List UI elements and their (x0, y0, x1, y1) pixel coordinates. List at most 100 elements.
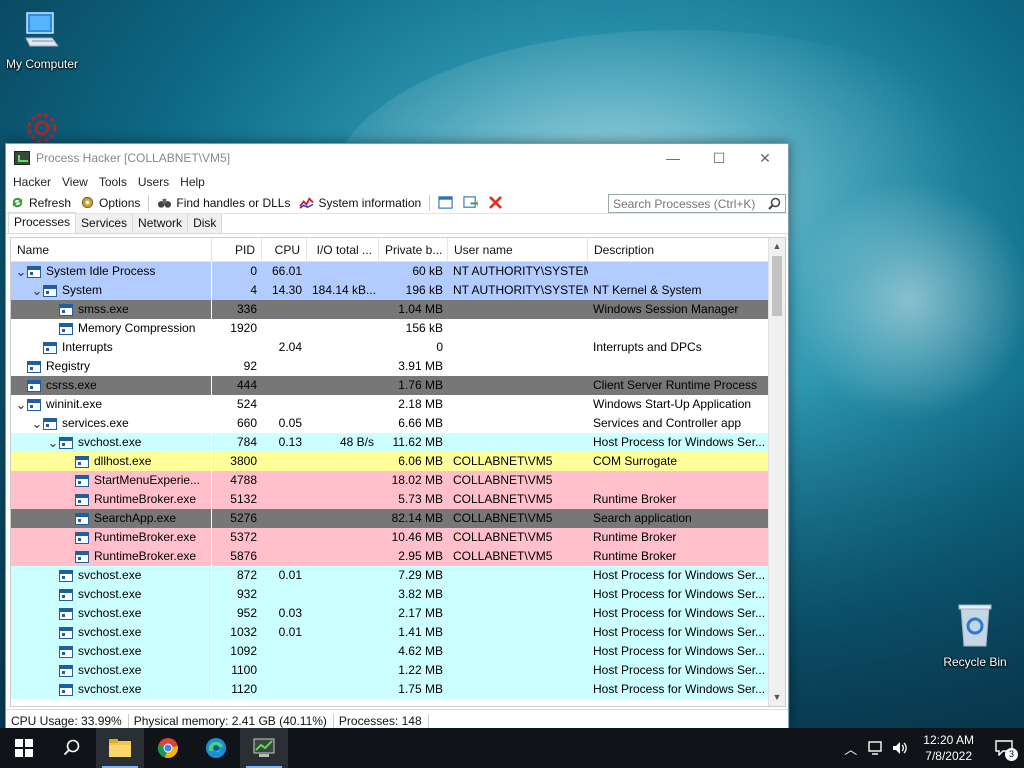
cell-io-total: 184.14 kB... (312, 283, 377, 297)
notification-count-badge: 3 (1005, 748, 1018, 761)
tab-processes[interactable]: Processes (8, 212, 77, 233)
chrome-button[interactable] (144, 728, 192, 768)
cell-pid (212, 338, 262, 357)
table-row[interactable]: RuntimeBroker.exe 5132 5.73 MB COLLABNET\VM… (11, 490, 785, 509)
table-row[interactable]: svchost.exe 932 3.82 MB Host Process for Wi… (11, 585, 785, 604)
maximize-button[interactable]: ☐ (696, 144, 742, 172)
process-icon (27, 379, 41, 392)
menu-hacker[interactable]: Hacker (9, 175, 58, 189)
tab-services[interactable]: Services (75, 213, 134, 233)
cell-name: Interrupts (11, 338, 212, 357)
title-bar[interactable]: Process Hacker [COLLABNET\VM5] — ☐ ✕ (6, 144, 788, 172)
table-row[interactable]: svchost.exe 1032 0.01 1.41 MB Host Process f… (11, 623, 785, 642)
table-row[interactable]: ⌄ services.exe 660 0.05 6.66 MB Services and … (11, 414, 785, 433)
table-row[interactable]: dllhost.exe 3800 6.06 MB COLLABNET\VM5 COM S… (11, 452, 785, 471)
table-row[interactable]: SearchApp.exe 5276 82.14 MB COLLABNET\VM5 Se… (11, 509, 785, 528)
tab-network[interactable]: Network (132, 213, 189, 233)
process-icon (75, 550, 89, 563)
process-name: Memory Compression (78, 321, 196, 335)
table-row[interactable]: svchost.exe 1092 4.62 MB Host Process for W… (11, 642, 785, 661)
cell-description: Host Process for Windows Ser... (593, 568, 766, 582)
table-row[interactable]: Registry 92 3.91 MB (11, 357, 785, 376)
table-row[interactable]: RuntimeBroker.exe 5372 10.46 MB COLLABNET\V… (11, 528, 785, 547)
menu-users[interactable]: Users (134, 175, 176, 189)
table-row[interactable]: smss.exe 336 1.04 MB Windows Session Manage… (11, 300, 785, 319)
process-tree[interactable]: Name PID CPU I/O total ... Private b... … (10, 237, 786, 707)
system-information-button[interactable]: System information (299, 195, 421, 210)
cell-name: ⌄ services.exe (11, 414, 212, 433)
window-button[interactable] (438, 195, 457, 210)
tab-disk[interactable]: Disk (187, 213, 223, 233)
start-button[interactable] (0, 728, 48, 768)
column-io-total[interactable]: I/O total ... (307, 238, 379, 261)
column-user-name[interactable]: User name (448, 238, 588, 261)
close-red-icon (489, 196, 502, 209)
scroll-up-icon[interactable]: ▲ (769, 238, 785, 255)
close-button[interactable]: ✕ (742, 144, 788, 172)
table-row[interactable]: svchost.exe 952 0.03 2.17 MB Host Process fo… (11, 604, 785, 623)
cell-description: Host Process for Windows Ser... (593, 682, 766, 696)
scroll-down-icon[interactable]: ▼ (769, 689, 785, 706)
table-row[interactable]: Interrupts 2.04 0 Interrupts and DPCs (11, 338, 785, 357)
cell-description (588, 319, 769, 338)
cell-io-total (307, 642, 379, 661)
system-tray: ︿ 12:20 AM 7/8/2022 3 (844, 728, 1024, 768)
desktop-icon-my-computer[interactable]: My Computer (0, 10, 84, 71)
chevron-down-icon[interactable]: ⌄ (15, 398, 27, 411)
table-row[interactable]: ⌄ svchost.exe 784 0.13 48 B/s 11.62 MB Host Pr… (11, 433, 785, 452)
find-handles-button[interactable]: Find handles or DLLs (157, 195, 290, 210)
cell-description: Runtime Broker (593, 492, 677, 506)
file-explorer-button[interactable] (96, 728, 144, 768)
process-icon (27, 265, 41, 278)
cell-io-total (307, 509, 379, 528)
table-row[interactable]: csrss.exe 444 1.76 MB Client Server Runtime… (11, 376, 785, 395)
process-icon (59, 322, 73, 335)
column-name[interactable]: Name (11, 238, 212, 261)
table-row[interactable]: svchost.exe 1120 1.75 MB Host Process for W… (11, 680, 785, 699)
terminate-button[interactable] (488, 195, 507, 210)
cell-cpu (262, 680, 307, 699)
menu-tools[interactable]: Tools (95, 175, 134, 189)
process-hacker-taskbar-button[interactable] (240, 728, 288, 768)
cell-description: Windows Start-Up Application (593, 397, 752, 411)
clock[interactable]: 12:20 AM 7/8/2022 (923, 732, 974, 764)
edge-button[interactable] (192, 728, 240, 768)
cell-io-total (307, 680, 379, 699)
cell-private-bytes: 10.46 MB (391, 530, 443, 544)
options-button[interactable]: Options (80, 195, 140, 210)
menu-help[interactable]: Help (176, 175, 212, 189)
table-row[interactable]: Memory Compression 1920 156 kB (11, 319, 785, 338)
volume-icon[interactable] (891, 740, 909, 756)
table-row[interactable]: ⌄ wininit.exe 524 2.18 MB Windows Start-Up A… (11, 395, 785, 414)
process-icon (75, 512, 89, 525)
column-private-bytes[interactable]: Private b... (379, 238, 448, 261)
scroll-thumb[interactable] (772, 256, 782, 316)
chevron-down-icon[interactable]: ⌄ (31, 284, 43, 297)
process-name: svchost.exe (78, 587, 142, 601)
chevron-up-icon[interactable]: ︿ (844, 739, 857, 758)
chevron-down-icon[interactable]: ⌄ (31, 417, 43, 430)
menu-view[interactable]: View (58, 175, 95, 189)
network-icon[interactable] (867, 740, 885, 756)
table-row[interactable]: svchost.exe 872 0.01 7.29 MB Host Process fo… (11, 566, 785, 585)
column-cpu[interactable]: CPU (262, 238, 307, 261)
search-input[interactable]: Search Processes (Ctrl+K) (608, 194, 786, 213)
table-row[interactable]: RuntimeBroker.exe 5876 2.95 MB COLLABNET\VM… (11, 547, 785, 566)
move-window-button[interactable] (463, 195, 482, 210)
notification-button[interactable]: 3 (984, 728, 1024, 768)
column-pid[interactable]: PID (212, 238, 262, 261)
chevron-down-icon[interactable]: ⌄ (47, 436, 59, 449)
chevron-down-icon[interactable]: ⌄ (15, 265, 27, 278)
cell-cpu (262, 642, 307, 661)
vertical-scrollbar[interactable]: ▲ ▼ (768, 238, 785, 706)
table-row[interactable]: ⌄ System Idle Process 0 66.01 60 kB NT AUTHOR… (11, 262, 785, 281)
table-row[interactable]: svchost.exe 1100 1.22 MB Host Process for W… (11, 661, 785, 680)
minimize-button[interactable]: — (650, 144, 696, 172)
table-row[interactable]: ⌄ System 4 14.30 184.14 kB... 196 kB NT AUTHOR… (11, 281, 785, 300)
desktop-icon-recycle-bin[interactable]: Recycle Bin (933, 602, 1017, 669)
column-description[interactable]: Description (588, 238, 769, 261)
cell-user-name (448, 661, 588, 680)
search-taskbar-button[interactable] (48, 728, 96, 768)
refresh-button[interactable]: Refresh (10, 195, 71, 210)
table-row[interactable]: StartMenuExperie... 4788 18.02 MB COLLABNET… (11, 471, 785, 490)
